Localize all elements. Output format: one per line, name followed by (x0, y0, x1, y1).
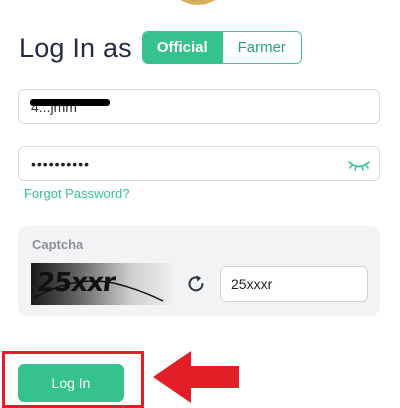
password-input[interactable]: •••••••••• (31, 156, 90, 172)
password-field[interactable]: •••••••••• (18, 146, 380, 181)
arrow-left-icon (153, 351, 239, 403)
eye-closed-icon[interactable] (347, 156, 371, 174)
captcha-label: Captcha (32, 237, 84, 252)
captcha-image: 25xxr (31, 263, 174, 305)
captcha-input[interactable] (231, 267, 361, 301)
username-field[interactable] (18, 89, 380, 124)
login-button[interactable]: Log In (18, 364, 124, 402)
username-input[interactable] (31, 90, 331, 123)
captcha-section: Captcha 25xxr (18, 226, 380, 316)
role-option-official[interactable]: Official (143, 32, 222, 63)
refresh-icon[interactable] (185, 273, 207, 295)
redaction-bar (30, 99, 110, 106)
role-option-farmer[interactable]: Farmer (221, 32, 301, 63)
logo-fragment (168, 0, 228, 8)
role-toggle[interactable]: Official Farmer (142, 31, 302, 64)
captcha-field[interactable] (220, 266, 368, 302)
forgot-password-link[interactable]: Forgot Password? (24, 186, 130, 201)
page-title: Log In as (19, 33, 132, 63)
